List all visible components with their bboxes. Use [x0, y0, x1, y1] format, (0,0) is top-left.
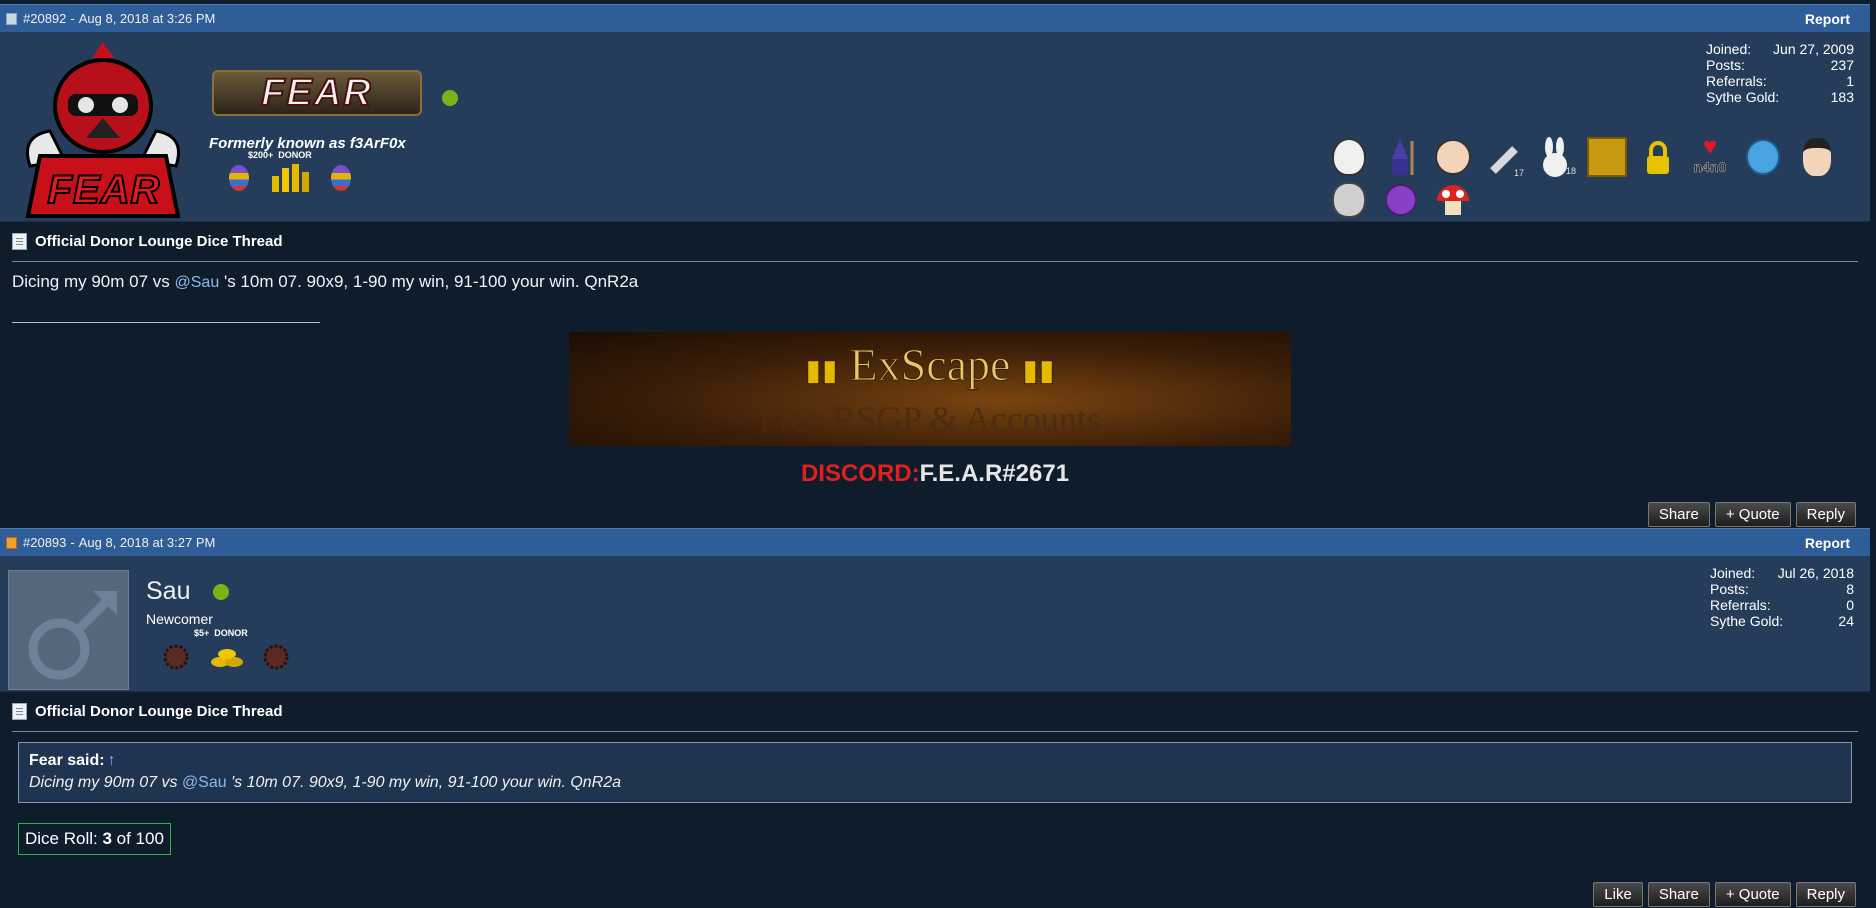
stat-sythe-gold: Sythe Gold: 183 [1706, 89, 1854, 105]
share-button[interactable]: Share [1647, 502, 1710, 527]
padlock-icon[interactable] [1638, 138, 1678, 178]
spiky-badge-icon [160, 642, 192, 672]
discord-tag: F.E.A.R#2671 [919, 460, 1070, 487]
reply-button[interactable]: Reply [1795, 502, 1856, 527]
bald-man-icon[interactable] [1328, 180, 1370, 220]
stat-referrals: Referrals: 1 [1706, 73, 1854, 89]
awards: 17 18 ♥ n4n0 [1328, 106, 1838, 218]
post-date: Aug 8, 2018 at 3:27 PM [78, 535, 216, 550]
quote-button[interactable]: + Quote [1714, 502, 1791, 527]
lion-emblem-icon[interactable] [1586, 136, 1628, 178]
avatar[interactable] [8, 570, 129, 690]
gold-coins-icon [210, 642, 244, 672]
male-symbol-icon [28, 591, 117, 680]
heart-award-icon[interactable]: ♥ n4n0 [1688, 132, 1732, 178]
user-rank: Newcomer [146, 611, 213, 627]
discord-label: DISCORD: [800, 460, 920, 487]
report-link[interactable]: Report [1805, 11, 1850, 27]
signature-divider [12, 322, 320, 323]
portrait-icon[interactable] [1796, 136, 1838, 178]
user-panel: Sau Newcomer $5+ DONOR Joined: Jul 26, 20… [0, 556, 1870, 692]
dice-roll-result: Dice Roll: 3 of 100 [18, 823, 171, 855]
donor-tier: $5+ DONOR [194, 628, 248, 638]
bunny-icon[interactable]: 18 [1534, 136, 1576, 178]
user-panel: FEAR FEAR Formerly known as f3ArF0x $200… [0, 32, 1870, 222]
avatar[interactable]: FEAR [10, 36, 196, 222]
quote-text: Dicing my 90m 07 vs @Sau 's 10m 07. 90x9… [29, 774, 622, 791]
mention-link[interactable]: @Sau [182, 774, 227, 791]
egg-icon [331, 165, 351, 191]
stat-referrals: Referrals: 0 [1710, 597, 1854, 613]
mention-link[interactable]: @Sau [175, 274, 220, 291]
spyro-dragon-icon[interactable] [1380, 180, 1422, 220]
thread-title: Official Donor Lounge Dice Thread [12, 222, 1858, 262]
post-number[interactable]: #20892 [23, 11, 66, 26]
scroll-award-icon[interactable]: 17 [1484, 140, 1524, 180]
quote-author: Fear said: [29, 752, 105, 769]
egg-icon [229, 165, 249, 191]
user-stats: Joined: Jul 26, 2018 Posts: 8 Referrals: 0 … [1710, 565, 1854, 629]
header-separator: - [70, 11, 75, 26]
share-button[interactable]: Share [1647, 882, 1710, 907]
post: #20892 - Aug 8, 2018 at 3:26 PM Report F… [0, 4, 1870, 530]
quote-block: Fear said: ↑ Dicing my 90m 07 vs @Sau 's … [18, 742, 1852, 803]
online-indicator [442, 90, 458, 106]
stat-joined: Joined: Jul 26, 2018 [1710, 565, 1854, 581]
user-stats: Joined: Jun 27, 2009 Posts: 237 Referrals:… [1706, 41, 1854, 105]
like-button[interactable]: Like [1593, 882, 1643, 907]
post-icon [6, 12, 17, 25]
post-actions: Share + Quote Reply [1643, 502, 1856, 527]
report-link[interactable]: Report [1805, 535, 1850, 551]
banner-subtitle: Free RSGP & Accounts [759, 399, 1101, 439]
post-number[interactable]: #20893 [23, 535, 66, 550]
stat-sythe-gold: Sythe Gold: 24 [1710, 613, 1854, 629]
wizard-icon[interactable] [1380, 136, 1420, 178]
old-man-icon[interactable] [1432, 136, 1474, 178]
document-icon [12, 233, 27, 250]
reply-button[interactable]: Reply [1795, 882, 1856, 907]
mushroom-icon[interactable] [1432, 180, 1474, 220]
banner-title: ▮▮ ExScape ▮▮ [804, 339, 1055, 391]
stat-posts: Posts: 8 [1710, 581, 1854, 597]
post-new-icon [6, 536, 17, 549]
penguin-icon[interactable] [1742, 136, 1784, 178]
wojak-face-icon[interactable] [1328, 136, 1370, 178]
post-header: #20892 - Aug 8, 2018 at 3:26 PM Report [0, 4, 1870, 32]
document-icon [12, 703, 27, 720]
logo-text: FEAR [47, 167, 161, 213]
username-art[interactable]: FEAR [212, 70, 422, 116]
post-body: Official Donor Lounge Dice Thread Dicing… [0, 222, 1870, 527]
signature-banner[interactable]: ▮▮ ExScape ▮▮ Free RSGP & Accounts [569, 332, 1291, 446]
donor-tier: $200+ DONOR [248, 150, 312, 160]
post: #20893 - Aug 8, 2018 at 3:27 PM Report S… [0, 528, 1870, 908]
post-message: Dicing my 90m 07 vs @Sau 's 10m 07. 90x9… [12, 272, 639, 291]
header-separator: - [70, 535, 75, 550]
gold-coins-icon: ▮▮ [804, 354, 839, 388]
thread-title: Official Donor Lounge Dice Thread [12, 692, 1858, 732]
page: #20892 - Aug 8, 2018 at 3:26 PM Report F… [0, 0, 1876, 908]
post-date: Aug 8, 2018 at 3:26 PM [78, 11, 216, 26]
stat-joined: Joined: Jun 27, 2009 [1706, 41, 1854, 57]
username[interactable]: Sau [146, 577, 190, 606]
gold-coins-icon [270, 162, 312, 194]
dice-roll-value: 3 [102, 829, 112, 848]
stat-posts: Posts: 237 [1706, 57, 1854, 73]
gold-coins-icon: ▮▮ [1021, 354, 1055, 388]
quote-button[interactable]: + Quote [1714, 882, 1791, 907]
quote-jump-arrow[interactable]: ↑ [108, 752, 116, 769]
discord-contact: DISCORD:F.E.A.R#2671 [0, 460, 1870, 488]
online-indicator [213, 584, 229, 600]
post-header: #20893 - Aug 8, 2018 at 3:27 PM Report [0, 528, 1870, 556]
post-actions: Like Share + Quote Reply [1588, 882, 1856, 907]
spiky-badge-icon [260, 642, 292, 672]
post-body: Official Donor Lounge Dice Thread Fear s… [0, 692, 1870, 907]
